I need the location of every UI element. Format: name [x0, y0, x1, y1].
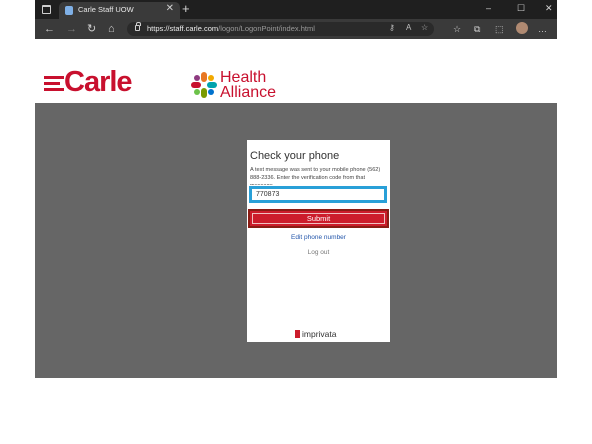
submit-button[interactable]: Submit	[248, 209, 389, 228]
tab-bar: Carle Staff UOW ✕ + – ☐ ✕	[35, 0, 557, 19]
key-icon[interactable]: ⚷	[389, 23, 395, 32]
imprivata-wordmark: imprivata	[302, 329, 337, 339]
tab-title: Carle Staff UOW	[78, 5, 134, 14]
refresh-button[interactable]: ↻	[87, 22, 96, 36]
logout-link[interactable]: Log out	[247, 249, 390, 256]
verification-code-input[interactable]	[249, 186, 387, 203]
forward-button[interactable]: →	[66, 22, 77, 36]
carle-logo: Carle	[44, 66, 154, 106]
new-tab-button[interactable]: +	[182, 1, 190, 17]
home-button[interactable]: ⌂	[108, 22, 115, 36]
imprivata-logo: imprivata	[295, 329, 336, 339]
url-domain: https://staff.carle.com	[147, 24, 219, 33]
browser-window: Carle Staff UOW ✕ + – ☐ ✕ ← → ↻ ⌂ https:…	[35, 0, 557, 444]
url-path: /logon/LogonPoint/index.html	[218, 24, 315, 33]
page-title: Check your phone	[250, 150, 340, 162]
health-alliance-mark-icon	[191, 72, 217, 98]
favorites-icon[interactable]: ☆	[453, 23, 461, 35]
lock-icon[interactable]	[135, 22, 141, 31]
maximize-button[interactable]: ☐	[517, 3, 525, 14]
read-aloud-icon[interactable]: A	[406, 23, 411, 32]
edit-phone-link[interactable]: Edit phone number	[247, 234, 390, 241]
page-header: Carle Health Alliance	[35, 39, 557, 103]
tab-close-icon[interactable]: ✕	[166, 3, 174, 14]
close-window-button[interactable]: ✕	[545, 3, 553, 14]
address-bar-row: ← → ↻ ⌂ https://staff.carle.com/logon/Lo…	[35, 19, 557, 39]
ha-word-alliance: Alliance	[220, 84, 277, 101]
minimize-button[interactable]: –	[486, 3, 491, 13]
submit-button-label: Submit	[306, 214, 331, 223]
page-background: Check your phone A text message was sent…	[35, 103, 557, 378]
ha-word-health: Health	[220, 69, 267, 86]
favicon-icon	[65, 6, 73, 15]
tab-carle-staff[interactable]: Carle Staff UOW ✕	[59, 2, 180, 19]
collections-icon[interactable]: ⧉	[474, 23, 480, 35]
extensions-icon[interactable]: ⬚	[495, 23, 504, 35]
url-text[interactable]: https://staff.carle.com/logon/LogonPoint…	[147, 24, 315, 33]
carle-wordmark: Carle	[64, 66, 133, 98]
login-card: Check your phone A text message was sent…	[247, 140, 390, 342]
add-favorite-icon[interactable]: ☆	[421, 23, 428, 32]
back-button[interactable]: ←	[44, 22, 55, 36]
window-menu-icon[interactable]	[42, 5, 51, 14]
instruction-text: A text message was sent to your mobile p…	[250, 167, 381, 185]
address-input[interactable]: https://staff.carle.com/logon/LogonPoint…	[127, 22, 434, 36]
profile-icon[interactable]	[516, 22, 528, 34]
imprivata-mark-icon	[295, 330, 300, 338]
health-alliance-wordmark: Health Alliance	[220, 69, 277, 101]
more-icon[interactable]: …	[538, 23, 547, 35]
